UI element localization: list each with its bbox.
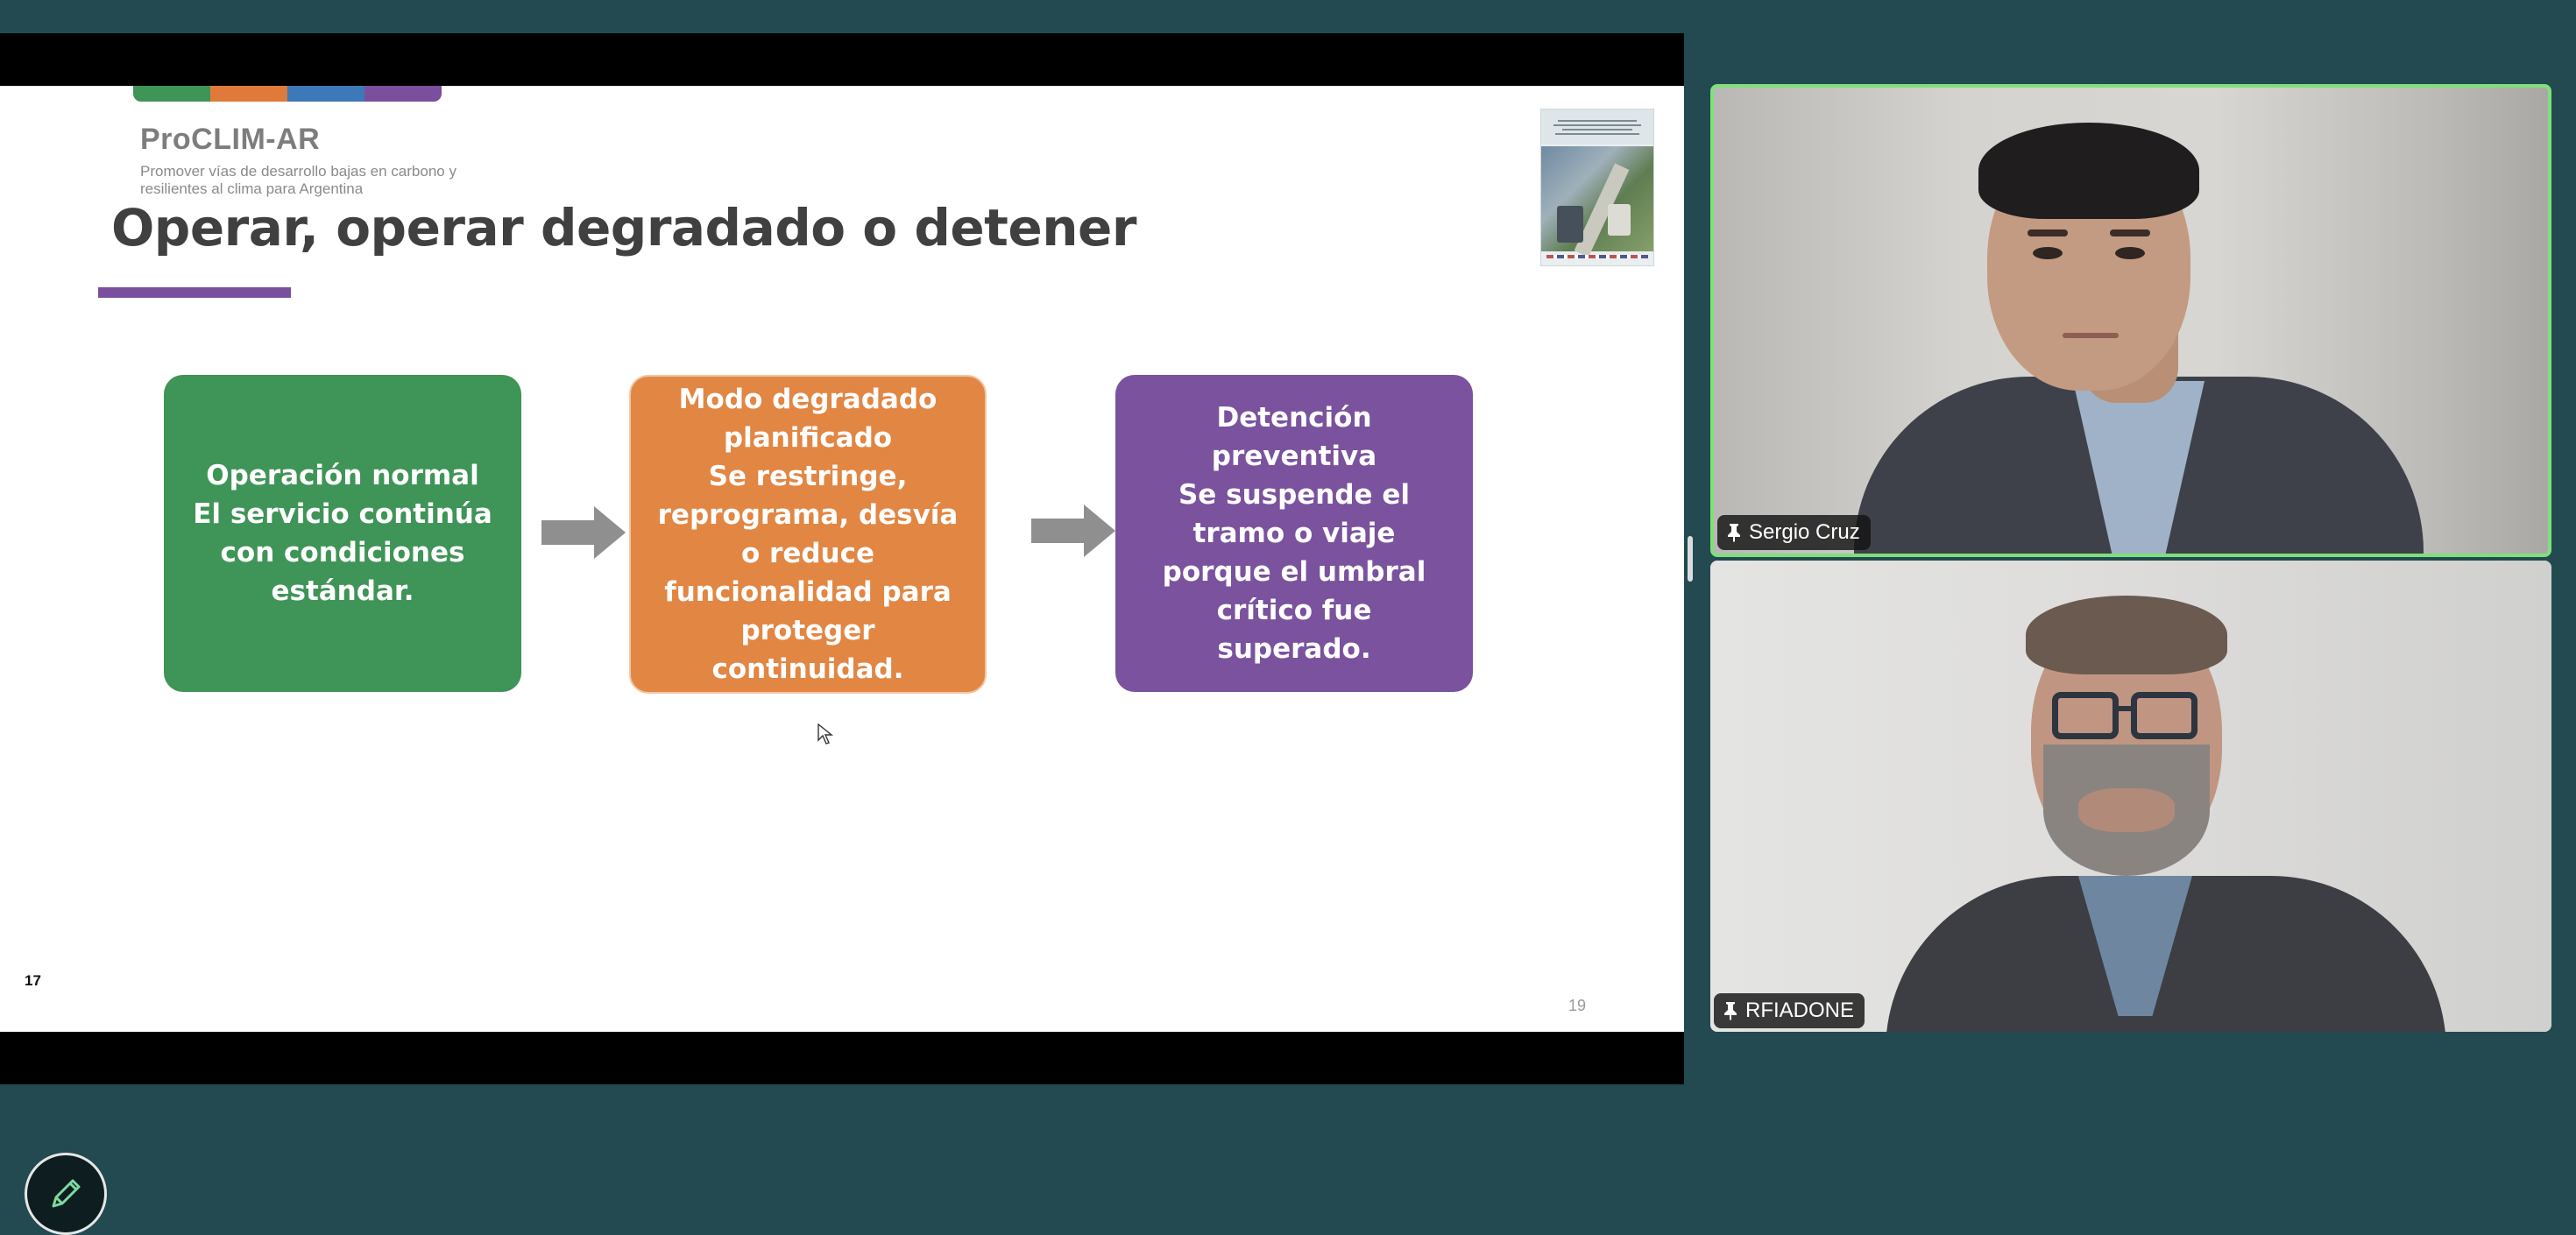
stage-normal-operation: Operación normal El servicio continúa co… <box>164 375 521 692</box>
participant-video <box>1710 561 2551 1032</box>
manual-cover-thumbnail <box>1540 109 1654 266</box>
stage-degraded-text: Modo degradado planificado Se restringe,… <box>657 384 959 685</box>
participant-name: RFIADONE <box>1745 999 1855 1022</box>
shared-slide: ProCLIM-AR Promover vías de desarrollo b… <box>0 86 1684 1032</box>
stage-preventive-stop: Detención preventiva Se suspende el tram… <box>1115 375 1473 692</box>
brand-color-strip <box>133 86 442 102</box>
stage-stop-text: Detención preventiva Se suspende el tram… <box>1162 402 1426 665</box>
slide-number-right: 19 <box>1568 997 1587 1014</box>
participant-name-tag: RFIADONE <box>1714 993 1865 1028</box>
slide-title: Operar, operar degradado o detener <box>111 198 1136 258</box>
brand-name: ProCLIM-AR <box>140 123 321 156</box>
slide-number-left: 17 <box>25 972 41 989</box>
annotate-button[interactable] <box>25 1153 107 1235</box>
participant-tile-rfiadone[interactable]: RFIADONE <box>1710 561 2551 1032</box>
right-arrow-icon <box>1031 505 1115 557</box>
participant-video <box>1714 88 2548 554</box>
right-arrow-icon <box>541 506 626 559</box>
panel-resize-handle[interactable] <box>1688 536 1693 582</box>
participant-name-tag: Sergio Cruz <box>1717 515 1871 550</box>
stage-degraded-mode: Modo degradado planificado Se restringe,… <box>629 375 987 694</box>
pin-icon <box>1728 524 1740 542</box>
stage-normal-text: Operación normal El servicio continúa co… <box>193 460 492 607</box>
share-letterbox-top <box>0 33 1684 86</box>
brand-subtitle: Promover vías de desarrollo bajas en car… <box>140 163 456 197</box>
mouse-cursor-icon <box>817 723 833 745</box>
pin-icon <box>1724 1002 1737 1020</box>
title-underline <box>98 287 291 298</box>
pencil-icon <box>52 1179 81 1208</box>
share-letterbox-bottom <box>0 1032 1684 1084</box>
participant-tile-sergio-cruz[interactable]: Sergio Cruz <box>1710 84 2551 557</box>
participant-name: Sergio Cruz <box>1749 520 1860 544</box>
